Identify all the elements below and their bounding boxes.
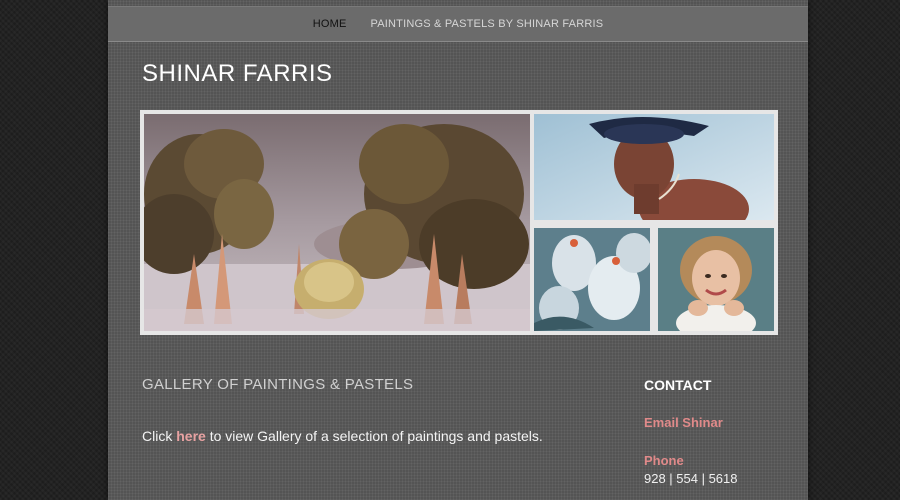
page-container: HOME PAINTINGS & PASTELS BY SHINAR FARRI…	[108, 0, 808, 500]
nav-home-link[interactable]: HOME	[313, 18, 347, 30]
phone-label: Phone	[644, 453, 684, 468]
gallery-here-link[interactable]: here	[176, 428, 206, 444]
landscape-painting-image	[144, 114, 530, 331]
intro-suffix: to view Gallery of a selection of painti…	[205, 428, 543, 444]
gallery-intro-text: Click here to view Gallery of a selectio…	[142, 428, 543, 444]
tulips-painting-image	[534, 228, 650, 331]
gallery-heading: GALLERY OF PAINTINGS & PASTELS	[142, 376, 414, 393]
boy-portrait-image	[534, 114, 774, 220]
girl-portrait-image	[658, 228, 774, 331]
email-shinar-link[interactable]: Email Shinar	[644, 415, 723, 430]
contact-heading: CONTACT	[644, 377, 712, 393]
nav-paintings-link[interactable]: PAINTINGS & PASTELS BY SHINAR FARRIS	[371, 18, 604, 30]
site-title: SHINAR FARRIS	[142, 60, 333, 87]
gallery-banner	[140, 110, 778, 335]
top-navigation: HOME PAINTINGS & PASTELS BY SHINAR FARRI…	[108, 6, 808, 42]
phone-number: 928 | 554 | 5618	[644, 471, 738, 486]
intro-prefix: Click	[142, 428, 177, 444]
